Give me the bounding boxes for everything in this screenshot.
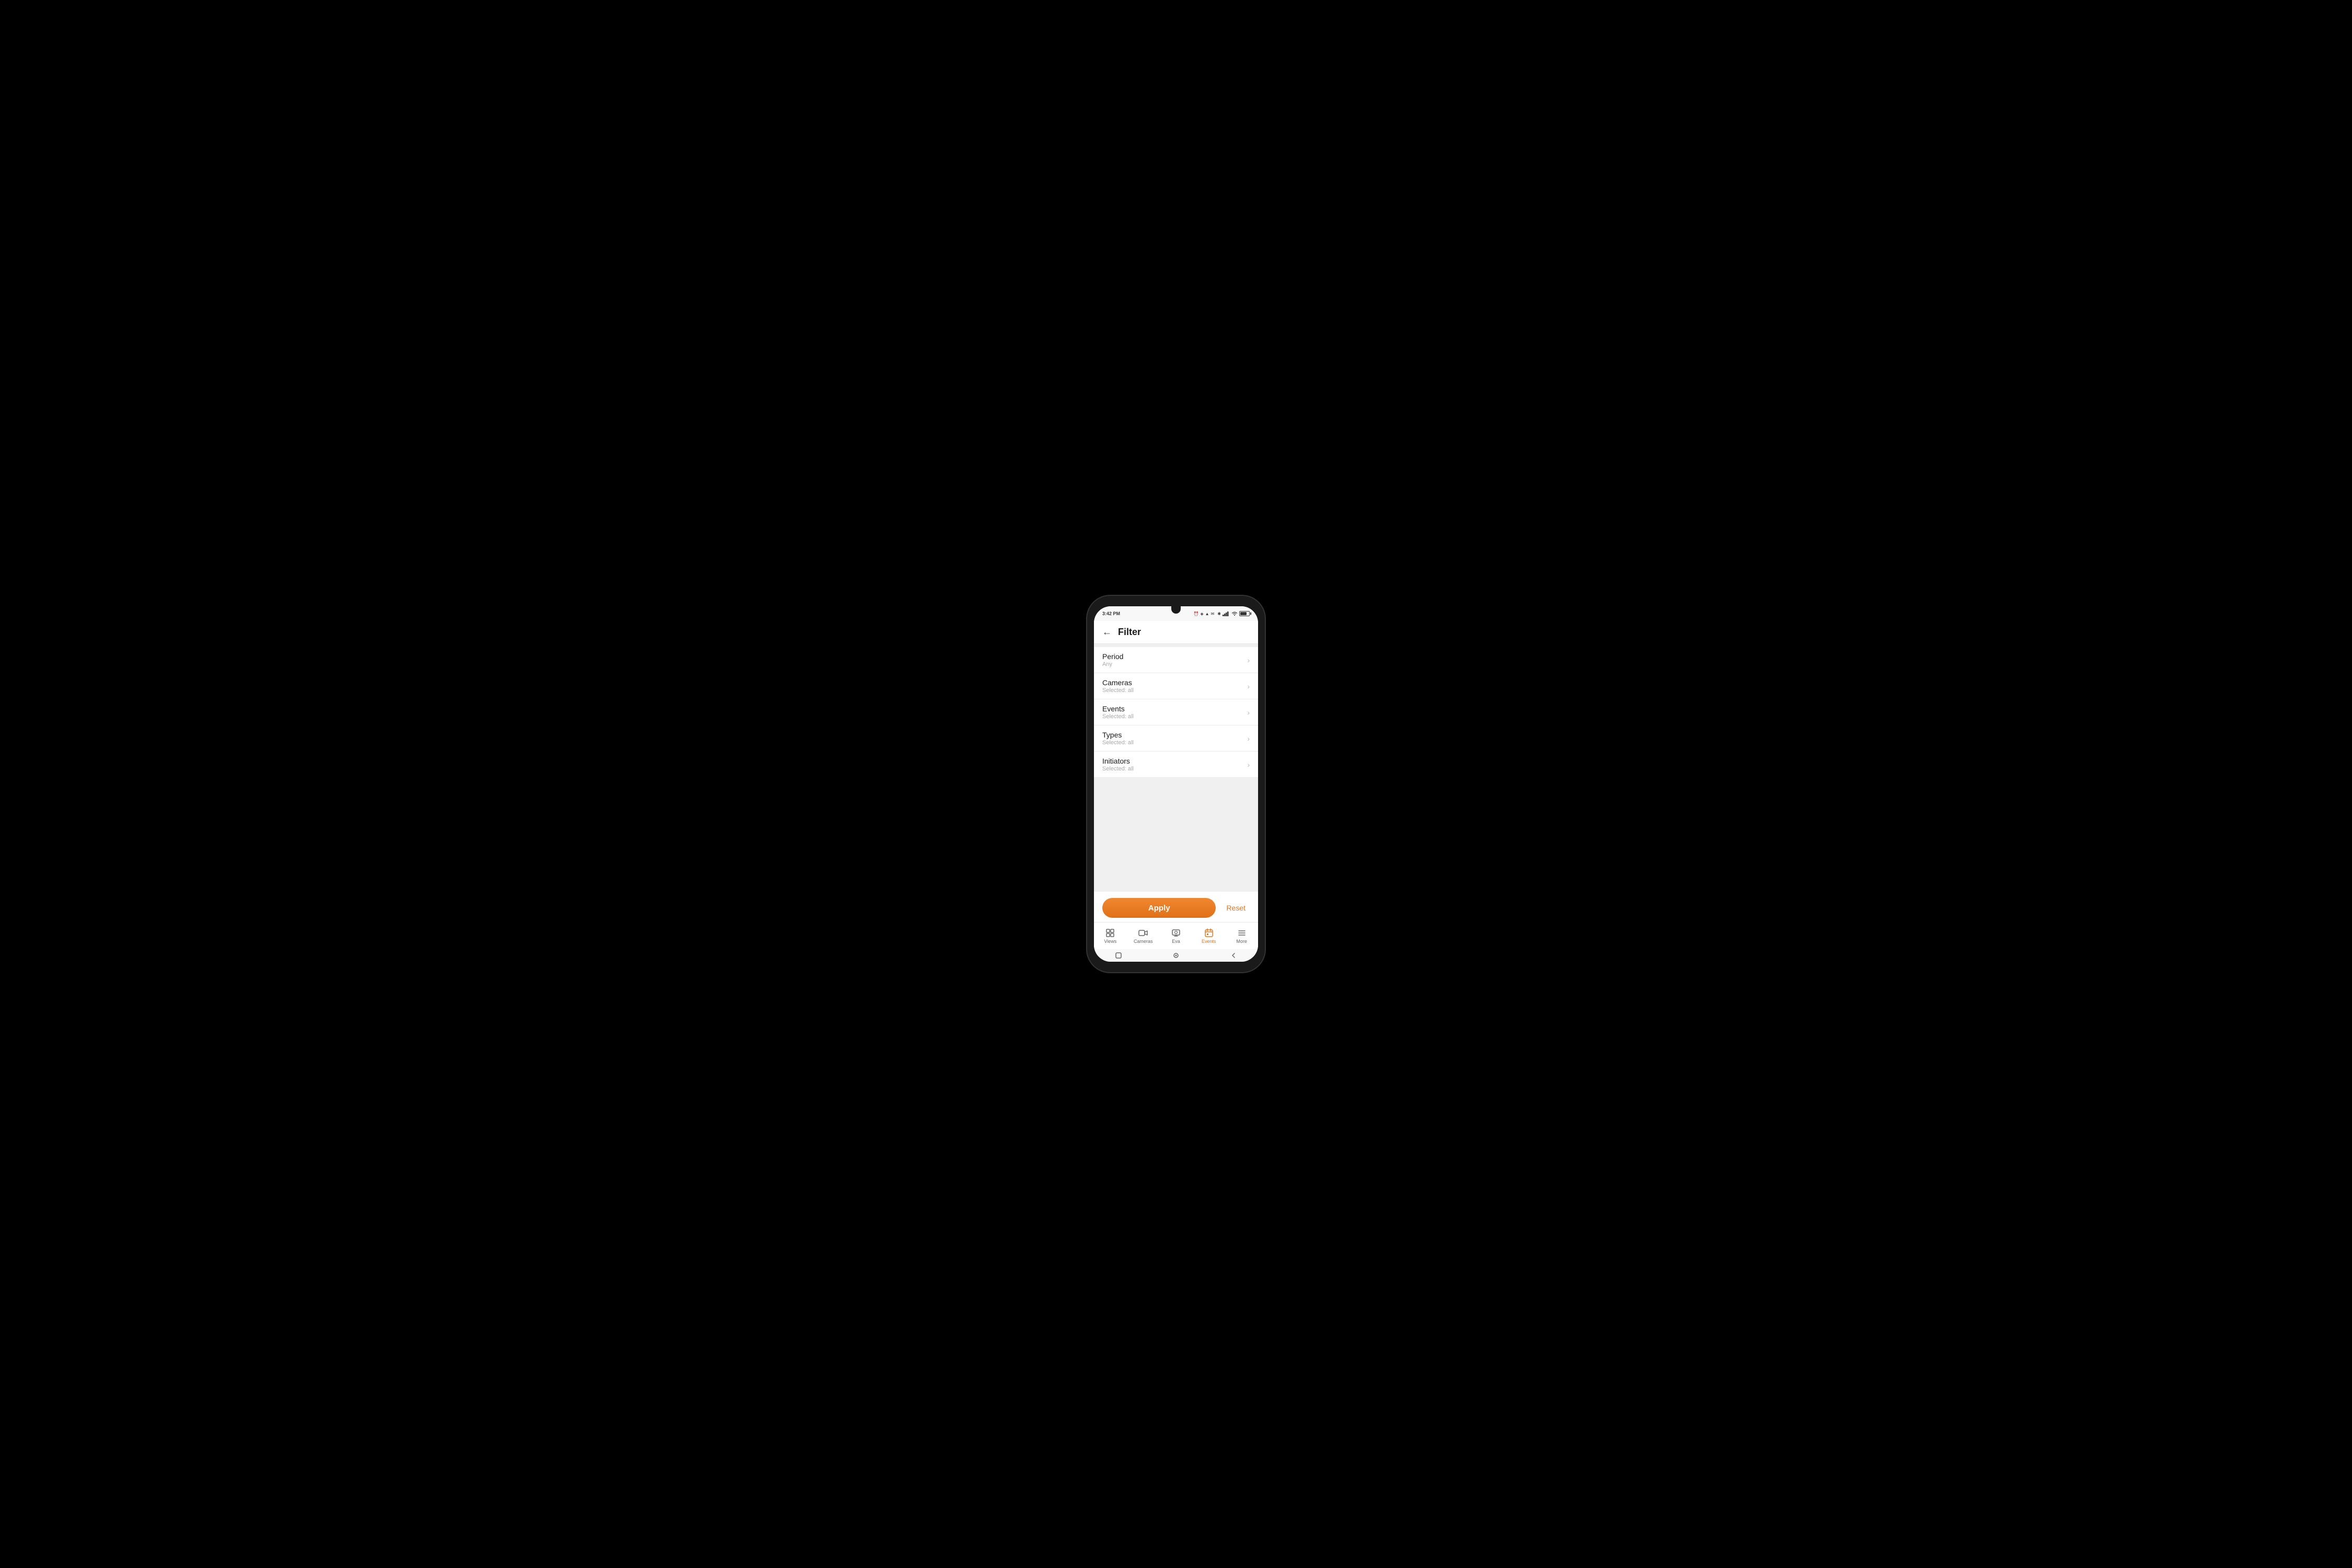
grid-icon [1105, 928, 1115, 938]
message-icon: ✉ [1211, 612, 1215, 616]
apply-button[interactable]: Apply [1102, 898, 1216, 918]
nav-eva-label: Eva [1172, 939, 1180, 944]
filter-period-value: Any [1102, 661, 1123, 667]
filter-cameras-value: Selected: all [1102, 687, 1134, 694]
chevron-right-icon: › [1247, 682, 1250, 690]
filter-cameras-label: Cameras [1102, 678, 1134, 687]
status-bar: 3:42 PM ⏰ ◈ ▲ ✉ ✱ [1094, 606, 1258, 621]
reset-button[interactable]: Reset [1222, 904, 1250, 912]
nav-more-label: More [1236, 939, 1247, 944]
filter-item-events[interactable]: Events Selected: all › [1094, 699, 1258, 725]
nav-item-cameras[interactable]: Cameras [1127, 926, 1160, 946]
chevron-right-icon: › [1247, 708, 1250, 717]
nav-item-views[interactable]: Views [1094, 926, 1127, 946]
filter-types-value: Selected: all [1102, 740, 1134, 746]
chevron-right-icon: › [1247, 656, 1250, 664]
signal-icon: ▲ [1205, 612, 1209, 616]
filter-events-value: Selected: all [1102, 713, 1134, 720]
tv-icon [1171, 928, 1181, 938]
filter-events-label: Events [1102, 705, 1134, 713]
chevron-right-icon: › [1247, 734, 1250, 743]
camera-icon [1138, 928, 1148, 938]
filter-initiators-value: Selected: all [1102, 766, 1134, 772]
back-gesture-icon[interactable] [1230, 952, 1237, 959]
nav-cameras-label: Cameras [1134, 939, 1153, 944]
home-gesture-icon[interactable] [1172, 952, 1180, 959]
phone-screen: 3:42 PM ⏰ ◈ ▲ ✉ ✱ [1094, 606, 1258, 962]
bottom-actions: Apply Reset [1094, 892, 1258, 922]
nav-item-more[interactable]: More [1225, 926, 1258, 946]
bottom-navigation: Views Cameras Eva [1094, 922, 1258, 949]
filter-period-label: Period [1102, 652, 1123, 661]
status-icons: ⏰ ◈ ▲ ✉ ✱ [1194, 611, 1250, 616]
battery-icon [1239, 611, 1250, 616]
filter-item-types[interactable]: Types Selected: all › [1094, 725, 1258, 752]
nav-item-eva[interactable]: Eva [1160, 926, 1193, 946]
nav-events-label: Events [1202, 939, 1216, 944]
square-gesture-icon[interactable] [1115, 952, 1122, 959]
filter-types-label: Types [1102, 731, 1134, 739]
nav-item-events[interactable]: Events [1192, 926, 1225, 946]
status-time: 3:42 PM [1102, 611, 1120, 616]
notch [1171, 606, 1181, 614]
filter-list: Period Any › Cameras Selected: all › Eve… [1094, 644, 1258, 892]
wifi-icon [1231, 611, 1238, 616]
filter-item-initiators[interactable]: Initiators Selected: all › [1094, 752, 1258, 778]
filter-initiators-label: Initiators [1102, 757, 1134, 765]
app-header: ← Filter [1094, 621, 1258, 644]
page-title: Filter [1118, 627, 1141, 638]
signal-bars-icon [1223, 611, 1230, 616]
more-icon [1237, 928, 1247, 938]
back-button[interactable]: ← [1102, 627, 1112, 638]
gesture-bar [1094, 949, 1258, 962]
events-icon [1204, 928, 1214, 938]
phone-frame: 3:42 PM ⏰ ◈ ▲ ✉ ✱ [1087, 596, 1265, 972]
nav-views-label: Views [1104, 939, 1116, 944]
bluetooth-icon: ✱ [1217, 612, 1221, 616]
location-icon: ◈ [1201, 612, 1204, 616]
alarm-icon: ⏰ [1194, 612, 1199, 616]
chevron-right-icon: › [1247, 760, 1250, 769]
filter-item-period[interactable]: Period Any › [1094, 647, 1258, 673]
filter-item-cameras[interactable]: Cameras Selected: all › [1094, 673, 1258, 699]
